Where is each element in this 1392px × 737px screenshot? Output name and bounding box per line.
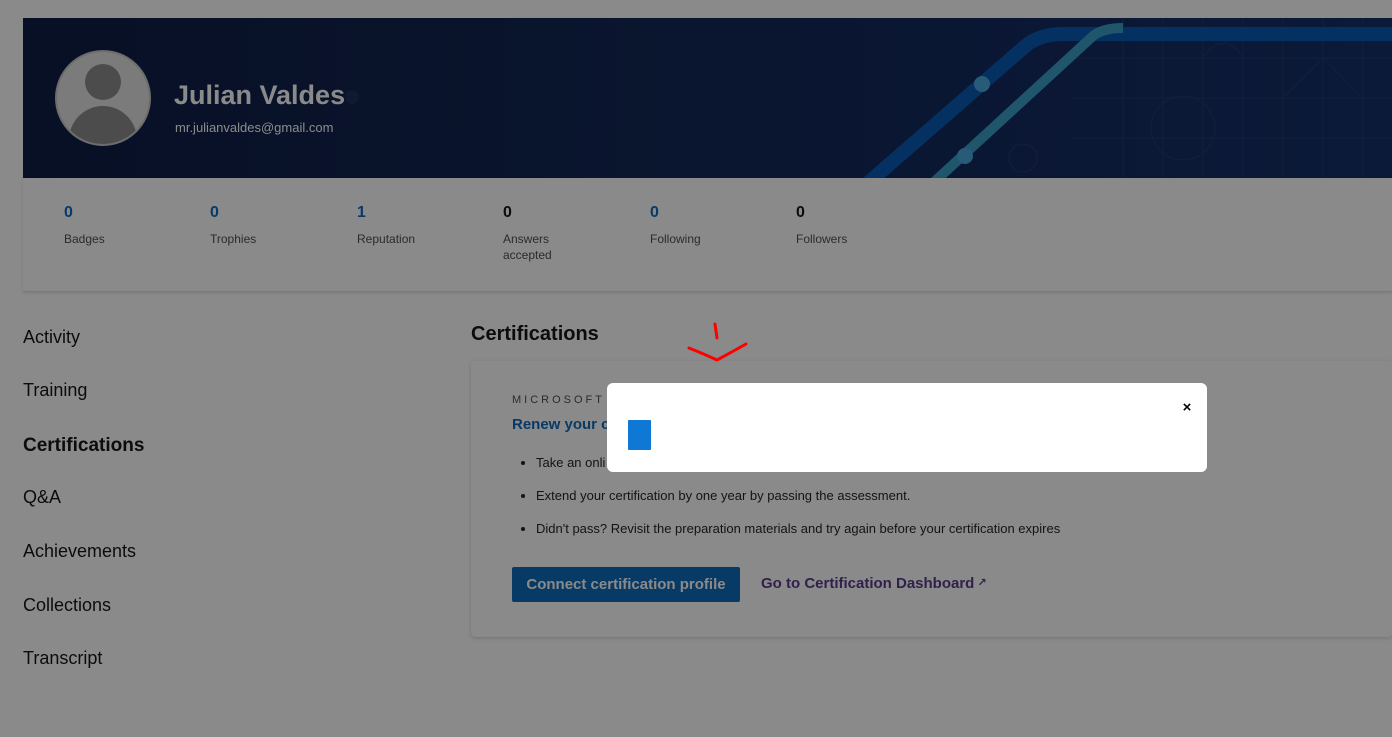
loading-placeholder xyxy=(628,420,651,450)
annotation-arrow-icon xyxy=(687,322,748,362)
modal-dialog: × xyxy=(607,383,1207,472)
close-icon[interactable]: × xyxy=(1179,400,1195,416)
